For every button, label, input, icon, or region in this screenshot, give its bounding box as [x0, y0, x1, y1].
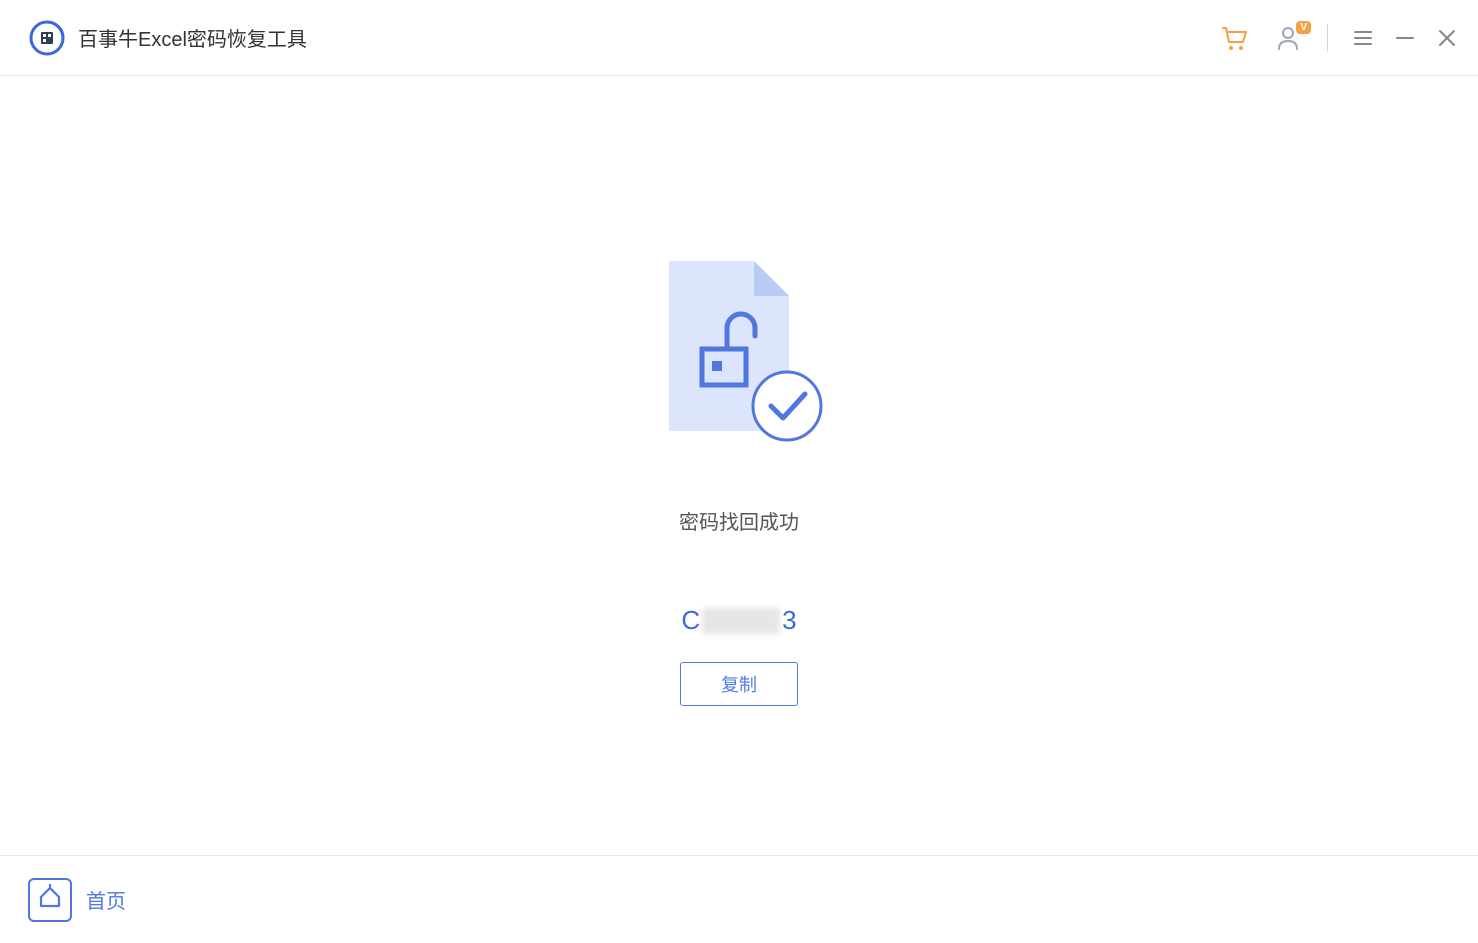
- password-masked: [702, 608, 780, 634]
- header-divider: [1327, 24, 1328, 52]
- footer: 首页: [0, 855, 1478, 943]
- user-vip-icon[interactable]: V: [1273, 23, 1303, 53]
- close-icon[interactable]: [1436, 27, 1458, 49]
- file-unlock-illustration: [649, 256, 829, 446]
- app-title: 百事牛Excel密码恢复工具: [78, 23, 307, 52]
- app-header: 百事牛Excel密码恢复工具 V: [0, 0, 1478, 76]
- password-prefix: C: [681, 605, 700, 636]
- copy-button[interactable]: 复制: [680, 662, 798, 706]
- window-controls: [1352, 27, 1458, 49]
- menu-icon[interactable]: [1352, 27, 1374, 49]
- app-logo-icon: [28, 19, 66, 57]
- password-suffix: 3: [782, 605, 796, 636]
- success-message: 密码找回成功: [679, 506, 799, 535]
- header-left: 百事牛Excel密码恢复工具: [28, 19, 307, 57]
- recovered-password: C 3: [681, 605, 796, 636]
- header-right: V: [1219, 23, 1458, 53]
- cart-icon[interactable]: [1219, 23, 1249, 53]
- home-icon: [37, 884, 63, 915]
- minimize-icon[interactable]: [1394, 27, 1416, 49]
- main-content: 密码找回成功 C 3 复制: [0, 76, 1478, 855]
- home-label[interactable]: 首页: [86, 885, 126, 914]
- home-button[interactable]: [28, 878, 72, 922]
- vip-badge: V: [1296, 21, 1311, 34]
